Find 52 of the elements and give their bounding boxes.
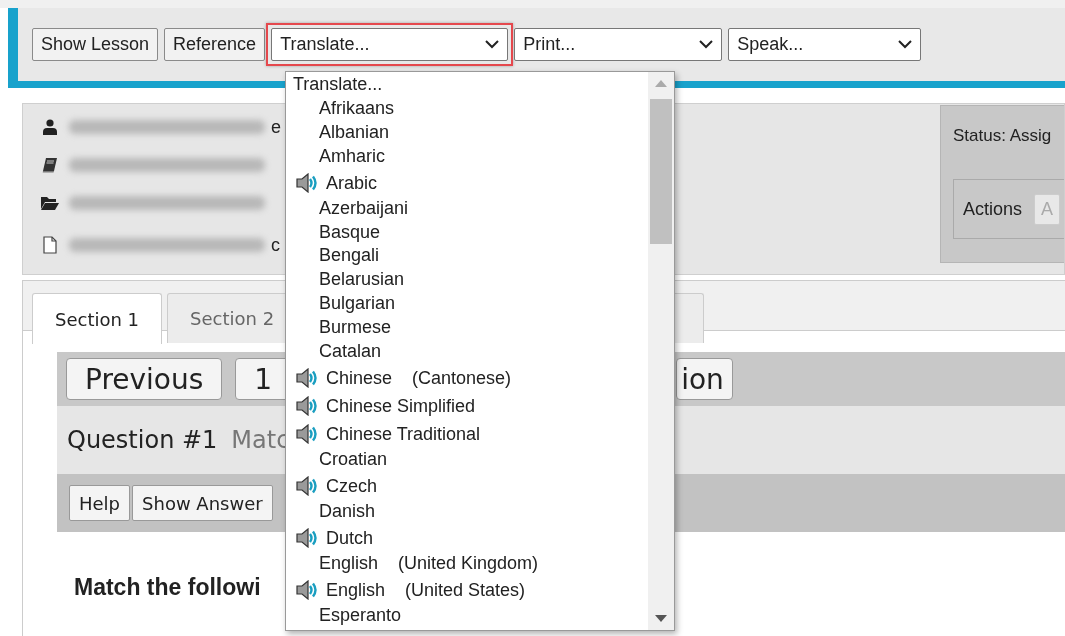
menu-option[interactable]: Chinese (Cantonese) [326, 365, 512, 390]
menu-option[interactable]: Danish [286, 499, 648, 524]
speaker-icon [295, 423, 319, 444]
menu-option[interactable]: Amharic [286, 144, 648, 169]
scroll-down-icon[interactable] [655, 615, 667, 622]
question-title: Question #1 [67, 426, 218, 454]
actions-label: Actions [963, 198, 1023, 220]
scrollbar-thumb[interactable] [650, 99, 672, 244]
question-button[interactable]: Help [69, 485, 131, 521]
status-text: Status: Assig [953, 126, 1053, 146]
menu-option[interactable]: Albanian [286, 120, 648, 145]
toolbar-button[interactable]: Reference [164, 28, 266, 61]
menu-option[interactable]: Bengali [286, 244, 648, 269]
menu-option[interactable]: Azerbaijani [286, 196, 648, 221]
dropdown-select[interactable]: Speak... [728, 28, 922, 61]
speaker-icon [295, 395, 319, 416]
nav-button[interactable]: Previous [66, 358, 223, 400]
speaker-icon [295, 527, 319, 548]
menu-option[interactable]: Chinese Traditional [326, 421, 481, 446]
book-icon [42, 157, 58, 173]
section-tab[interactable]: Section 1 [32, 293, 163, 344]
menu-option[interactable]: English (United Kingdom) [286, 551, 648, 576]
dropdown-select[interactable]: Translate... [271, 28, 509, 61]
speaker-icon [295, 172, 319, 193]
file-icon [43, 236, 57, 254]
speaker-icon [295, 579, 319, 600]
menu-option[interactable]: Arabic [326, 170, 378, 195]
text-fragment: e [271, 116, 281, 138]
menu-option[interactable]: Afrikaans [286, 96, 648, 121]
menu-option[interactable]: Czech [326, 473, 378, 498]
scrollbar[interactable] [648, 72, 674, 630]
folder-icon [41, 196, 59, 210]
user-icon [43, 119, 57, 135]
text-fragment: c [271, 234, 280, 256]
speaker-icon [295, 367, 319, 388]
question-prompt: Match the followi [74, 574, 261, 601]
menu-option[interactable]: Esperanto [286, 603, 648, 628]
nav-button[interactable]: ion [676, 358, 733, 400]
question-button[interactable]: Show Answer [132, 485, 273, 521]
chevron-icon [898, 40, 913, 49]
menu-option[interactable]: Translate... [286, 73, 648, 97]
menu-option[interactable]: Belarusian [286, 268, 648, 293]
chevron-icon [485, 40, 500, 49]
toolbar-button[interactable]: Show Lesson [32, 28, 159, 61]
dropdown-select[interactable]: Print... [514, 28, 723, 61]
scroll-up-icon[interactable] [655, 80, 667, 87]
speaker-icon [295, 475, 319, 496]
menu-option[interactable]: English (United States) [326, 577, 526, 602]
chevron-icon [699, 40, 714, 49]
menu-option[interactable]: Chinese Simplified [326, 393, 476, 418]
menu-option[interactable]: Dutch [326, 525, 374, 550]
menu-option[interactable]: Basque [286, 220, 648, 245]
